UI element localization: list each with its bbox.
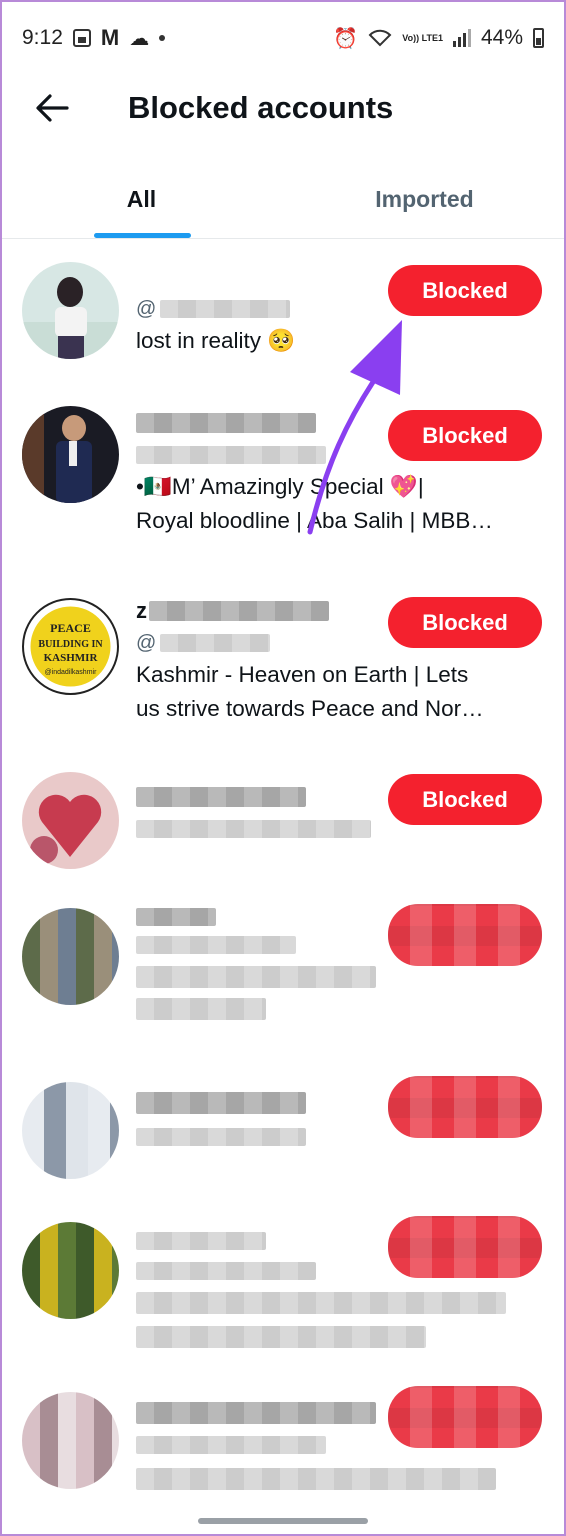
redacted-name [136,908,216,926]
name-text: z [136,598,147,623]
tab-all-label: All [126,185,157,212]
blocked-button[interactable]: Blocked [388,774,542,825]
redacted-handle [160,300,291,318]
blocked-button-redacted[interactable] [388,1076,542,1138]
list-item[interactable]: PEACE BUILDING IN KASHMIR @indadilkashmi… [0,580,566,760]
list-item[interactable] [0,1380,566,1530]
avatar[interactable] [22,1392,119,1489]
gmail-icon: M [100,25,120,50]
blocked-button-redacted[interactable] [388,904,542,966]
avatar-text: @indadilkashmir [45,669,98,676]
tab-bar: All Imported [0,160,566,239]
status-time: 9:12 [22,26,63,49]
more-notifications-icon [159,35,166,41]
account-bio-line1: •🇲🇽M’ Amazingly Special 💖| [136,474,424,499]
blocked-button[interactable]: Blocked [388,265,542,316]
tab-imported[interactable]: Imported [283,160,566,238]
blocked-button-redacted[interactable] [388,1386,542,1448]
redacted-name [136,413,316,433]
blocked-button-redacted[interactable] [388,1216,542,1278]
avatar-text: BUILDING IN [38,639,103,650]
account-bio-line2: us strive towards Peace and Nor… [136,696,484,721]
home-indicator[interactable] [198,1518,368,1524]
redacted-handle [136,1128,306,1146]
redacted-handle [136,1436,326,1454]
account-bio-line2: Royal bloodline | Aba Salih | MBB… [136,508,493,533]
tab-all[interactable]: All [0,160,283,238]
redacted-bio [136,1468,496,1491]
redacted-name [136,1232,266,1250]
redacted-handle [136,820,371,838]
account-bio: lost in reality 🥺 [136,328,296,353]
account-bio-line1: Kashmir - Heaven on Earth | Lets [136,662,469,687]
list-item[interactable]: ماهيرا 🦋 @ lost in reality 🥺 Blocked [0,240,566,390]
cloud-icon: ☁ [129,27,150,50]
list-item[interactable] [0,1070,566,1210]
avatar[interactable] [22,1082,119,1179]
network-type: Vo)) LTE1 [402,32,443,43]
redacted-name [136,1092,306,1114]
avatar[interactable] [22,908,119,1005]
avatar[interactable] [22,406,119,503]
signal-icon [452,29,471,47]
redacted-handle [136,936,296,955]
tab-imported-label: Imported [375,185,474,212]
avatar[interactable]: PEACE BUILDING IN KASHMIR @indadilkashmi… [22,598,119,695]
list-item[interactable]: Blocked [0,760,566,890]
back-arrow-icon [36,94,69,122]
blocked-button[interactable]: Blocked [388,597,542,648]
avatar[interactable] [22,1222,119,1319]
redacted-handle [136,1262,316,1281]
page-title: Blocked accounts [128,90,394,125]
list-item[interactable] [0,1210,566,1380]
handle-text: @ [136,297,157,320]
list-item[interactable]: •🇲🇽M’ Amazingly Special 💖| Royal bloodli… [0,390,566,580]
avatar[interactable] [22,772,119,869]
avatar-text: KASHMIR [44,652,99,664]
redacted-name [149,601,329,621]
blocked-button[interactable]: Blocked [388,410,542,461]
avatar-text: PEACE [50,621,91,635]
wifi-icon [368,29,392,47]
redacted-handle [160,634,271,652]
top-app-bar: Blocked accounts [0,76,566,140]
redacted-bio [136,966,376,989]
alarm-icon: ⏰ [333,27,359,50]
redacted-handle [136,446,326,464]
redacted-bio [136,998,266,1021]
battery-icon [533,28,544,48]
battery-percent: 44% [480,26,523,49]
redacted-name [136,787,306,807]
gallery-icon [72,29,91,47]
back-button[interactable] [22,78,82,138]
redacted-bio [136,1292,506,1315]
status-bar: 9:12 M ☁ ⏰ Vo)) LTE1 44% [0,0,566,76]
list-item[interactable] [0,890,566,1070]
avatar[interactable] [22,262,119,359]
active-tab-indicator [94,233,191,238]
handle-text: @ [136,631,157,654]
redacted-name [136,1402,376,1424]
redacted-bio [136,1326,426,1349]
